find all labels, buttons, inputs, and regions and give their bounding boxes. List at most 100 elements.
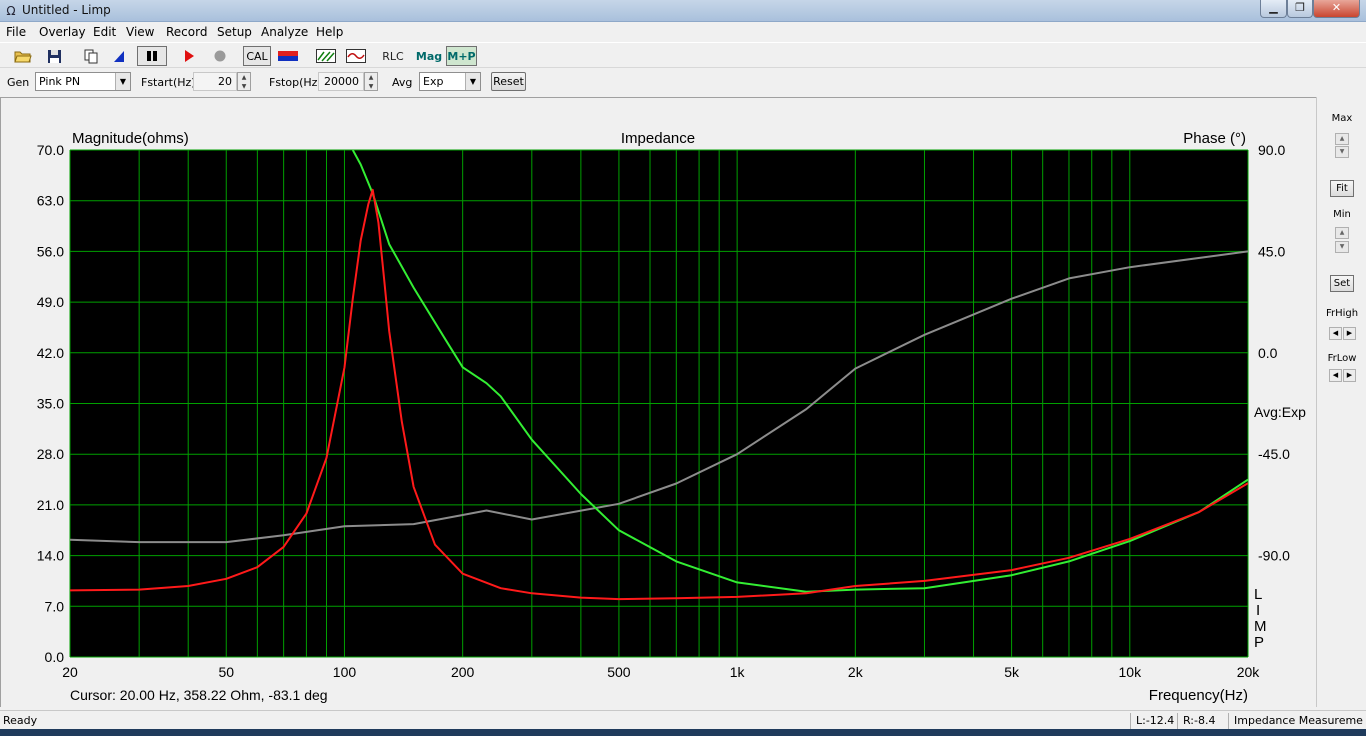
limp-letter-i: I <box>1256 602 1260 619</box>
max-up-arrow[interactable]: ▲ <box>1335 133 1349 145</box>
avg-label: Avg <box>392 76 413 89</box>
limp-letter-p: P <box>1254 634 1264 651</box>
window-title: Untitled - Limp <box>22 3 111 17</box>
y-tick-label: 7.0 <box>45 598 65 614</box>
max-label: Max <box>1331 113 1353 124</box>
frhigh-label: FrHigh <box>1325 308 1359 319</box>
x-tick-label: 200 <box>451 664 475 680</box>
mag-phase-button[interactable]: M+P <box>446 46 477 66</box>
menu-edit[interactable]: Edit <box>93 25 116 39</box>
y-tick-label: 28.0 <box>37 446 64 462</box>
y2-tick-label: 90.0 <box>1258 142 1285 158</box>
x-tick-label: 10k <box>1119 664 1143 680</box>
y-tick-label: 14.0 <box>37 548 64 564</box>
status-separator <box>1228 713 1229 729</box>
overlay-graph-icon[interactable] <box>314 46 338 66</box>
maximize-button[interactable]: ❐ <box>1287 0 1313 18</box>
avg-select[interactable]: Exp ▼ <box>419 72 481 91</box>
y-tick-label: 21.0 <box>37 497 64 513</box>
channel-color-icon[interactable] <box>277 46 299 66</box>
y-tick-label: 56.0 <box>37 243 64 259</box>
gen-label: Gen <box>7 76 30 89</box>
record-play-icon[interactable] <box>178 46 200 66</box>
min-down-arrow[interactable]: ▼ <box>1335 241 1349 253</box>
status-separator <box>1177 713 1178 729</box>
generator-select[interactable]: Pink PN ▼ <box>35 72 131 91</box>
minimize-button[interactable]: ▁ <box>1260 0 1287 18</box>
frlow-left-arrow[interactable]: ◀ <box>1329 369 1342 382</box>
menu-bar: File Overlay Edit View Record Setup Anal… <box>0 22 1366 42</box>
x-axis-label: Frequency(Hz) <box>1149 687 1248 704</box>
frlow-label: FrLow <box>1327 353 1357 364</box>
rlc-button[interactable]: RLC <box>380 46 406 66</box>
waveform-icon[interactable] <box>344 46 368 66</box>
x-tick-label: 100 <box>333 664 357 680</box>
y-tick-label: 42.0 <box>37 345 64 361</box>
avg-mode-label: Avg:Exp <box>1254 404 1306 420</box>
avg-value: Exp <box>423 75 444 88</box>
save-icon[interactable] <box>43 46 65 66</box>
frhigh-right-arrow[interactable]: ▶ <box>1343 327 1356 340</box>
generator-bar: Gen Pink PN ▼ Fstart(Hz) 20 ▲ ▼ Fstop(Hz)… <box>0 68 1366 96</box>
status-ready: Ready <box>3 714 38 727</box>
fstart-spinner[interactable]: ▲ ▼ <box>237 72 251 91</box>
mag-button[interactable]: Mag <box>415 46 443 66</box>
chart-title: Impedance <box>621 130 695 147</box>
set-button[interactable]: Set <box>1330 275 1354 292</box>
x-tick-label: 20k <box>1237 664 1261 680</box>
x-tick-label: 2k <box>848 664 864 680</box>
generator-value: Pink PN <box>39 75 81 88</box>
open-folder-icon[interactable] <box>12 46 34 66</box>
status-right-level: R:-8.4 <box>1183 714 1216 727</box>
menu-overlay[interactable]: Overlay <box>39 25 86 39</box>
fstart-input[interactable]: 20 <box>193 72 237 91</box>
y-tick-label: 49.0 <box>37 294 64 310</box>
fit-button[interactable]: Fit <box>1330 180 1354 197</box>
y2-tick-label: -90.0 <box>1258 548 1290 564</box>
menu-help[interactable]: Help <box>316 25 343 39</box>
title-bar: Ω Untitled - Limp ▁ ❐ ✕ <box>0 0 1366 22</box>
marker-icon[interactable] <box>108 46 130 66</box>
right-panel: Max ▲ ▼ Fit Min ▲ ▼ Set FrHigh ◀ ▶ FrLow… <box>1316 97 1366 707</box>
app-icon: Ω <box>6 4 16 18</box>
x-tick-label: 20 <box>62 664 78 680</box>
x-tick-label: 5k <box>1004 664 1020 680</box>
x-tick-label: 500 <box>607 664 631 680</box>
cursor-readout: Cursor: 20.00 Hz, 358.22 Ohm, -83.1 deg <box>70 687 328 703</box>
y-tick-label: 63.0 <box>37 193 64 209</box>
chevron-down-icon: ▼ <box>465 73 480 90</box>
y-tick-label: 35.0 <box>37 396 64 412</box>
menu-setup[interactable]: Setup <box>217 25 252 39</box>
min-up-arrow[interactable]: ▲ <box>1335 227 1349 239</box>
y2-axis-label: Phase (°) <box>1183 130 1246 147</box>
y-axis-label: Magnitude(ohms) <box>72 130 189 147</box>
menu-file[interactable]: File <box>6 25 26 39</box>
close-button[interactable]: ✕ <box>1313 0 1360 18</box>
reset-button[interactable]: Reset <box>491 72 526 91</box>
y2-tick-label: -45.0 <box>1258 446 1290 462</box>
max-down-arrow[interactable]: ▼ <box>1335 146 1349 158</box>
fstop-input[interactable]: 20000 <box>318 72 364 91</box>
frhigh-left-arrow[interactable]: ◀ <box>1329 327 1342 340</box>
y2-tick-label: 0.0 <box>1258 345 1278 361</box>
frlow-right-arrow[interactable]: ▶ <box>1343 369 1356 382</box>
status-separator <box>1130 713 1131 729</box>
status-bar: Ready L:-12.4 R:-8.4 Impedance Measureme… <box>0 710 1366 730</box>
fstop-label: Fstop(Hz) <box>269 76 322 89</box>
chevron-down-icon: ▼ <box>115 73 130 90</box>
fstop-spinner[interactable]: ▲ ▼ <box>364 72 378 91</box>
toolbar: CAL RLC Mag M+P <box>0 42 1366 68</box>
pause-icon[interactable] <box>137 46 167 66</box>
cal-button[interactable]: CAL <box>243 46 271 66</box>
y-tick-label: 0.0 <box>45 649 65 665</box>
taskbar <box>0 729 1366 736</box>
menu-view[interactable]: View <box>126 25 154 39</box>
menu-analyze[interactable]: Analyze <box>261 25 308 39</box>
y2-tick-label: 45.0 <box>1258 243 1285 259</box>
x-tick-label: 1k <box>730 664 746 680</box>
limp-letter-m: M <box>1254 618 1267 635</box>
menu-record[interactable]: Record <box>166 25 207 39</box>
stop-icon[interactable] <box>209 46 231 66</box>
impedance-chart[interactable]: 20 50 100 200 500 1k 2k 5k 10k 20k 0.0 7.0 14.0 21.0 2… <box>0 97 1316 709</box>
copy-icon[interactable] <box>80 46 102 66</box>
